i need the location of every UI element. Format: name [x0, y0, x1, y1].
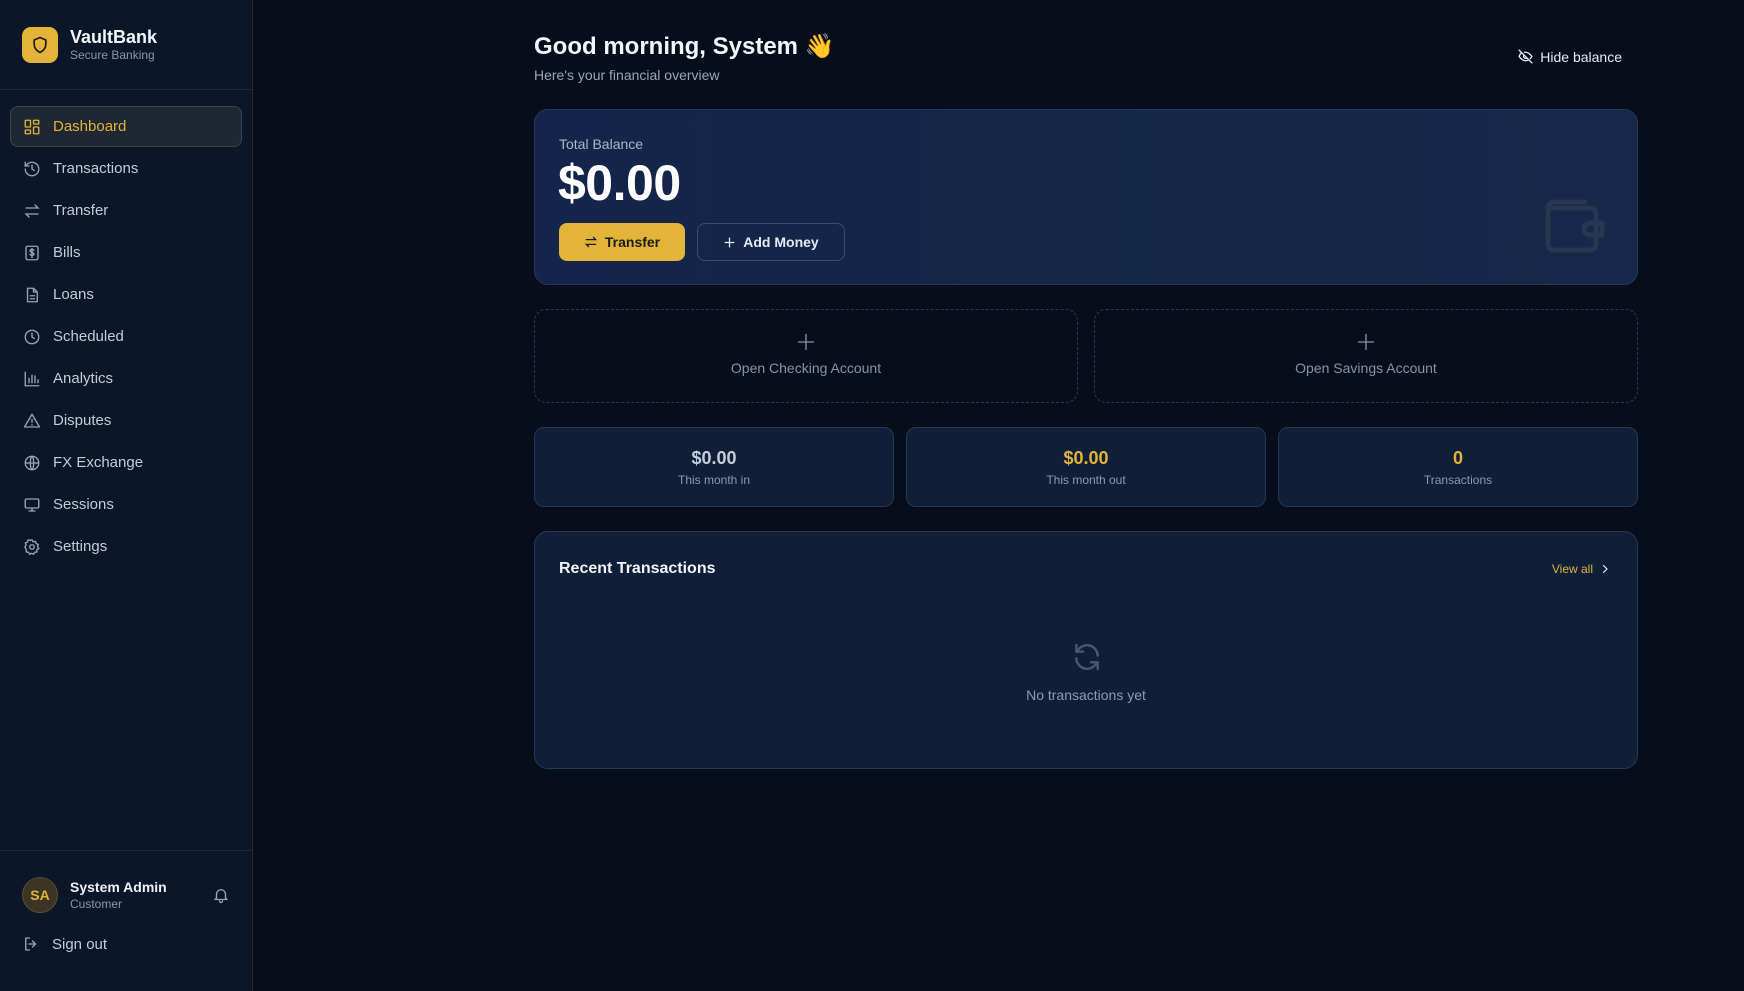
balance-amount: $0.00: [558, 155, 681, 211]
open-savings-account-button[interactable]: Open Savings Account: [1094, 309, 1638, 403]
hide-balance-label: Hide balance: [1540, 48, 1622, 65]
stat-label: This month in: [677, 473, 751, 487]
recent-transactions-title: Recent Transactions: [559, 560, 716, 577]
view-all-link[interactable]: View all: [1552, 562, 1611, 576]
recent-transactions-card: Recent Transactions View all No transact…: [534, 531, 1638, 769]
history-icon: [23, 160, 41, 178]
page-subtitle: Here's your financial overview: [534, 67, 720, 83]
sidebar-item-label: Disputes: [53, 412, 112, 429]
stat-label: This month out: [1046, 473, 1126, 487]
balance-card: Total Balance $0.00 Transfer Add Money: [534, 109, 1638, 285]
page-header: Good morning, System 👋 Here's your finan…: [534, 0, 1638, 110]
arrows-icon: [23, 202, 41, 220]
sidebar-item-label: Analytics: [53, 370, 114, 387]
wallet-icon: [1545, 199, 1605, 253]
view-all-label: View all: [1551, 562, 1593, 576]
sidebar-item-label: Scheduled: [53, 328, 124, 345]
plus-icon: [797, 333, 815, 351]
shield-icon: [22, 26, 58, 63]
brand-name: VaultBank: [70, 26, 158, 47]
sidebar-item-label: Transactions: [53, 160, 139, 177]
sidebar-item-transactions[interactable]: Transactions: [10, 148, 242, 189]
sidebar-item-label: Sessions: [53, 496, 114, 513]
sidebar-item-label: Loans: [53, 286, 94, 303]
sidebar-item-label: Transfer: [53, 202, 109, 219]
eye-off-icon: [1518, 49, 1533, 64]
stat-transactions: 0 Transactions: [1278, 427, 1638, 507]
monitor-icon: [23, 496, 41, 514]
user-role: Customer: [70, 897, 123, 911]
document-icon: [23, 286, 41, 304]
transfer-button[interactable]: Transfer: [559, 223, 685, 261]
main-content: Good morning, System 👋 Here's your finan…: [534, 0, 1638, 769]
page-title: Good morning, System 👋: [534, 33, 835, 60]
sidebar-item-settings[interactable]: Settings: [10, 526, 242, 567]
sidebar-item-sessions[interactable]: Sessions: [10, 484, 242, 525]
brand: VaultBank Secure Banking: [0, 0, 252, 90]
sidebar-item-bills[interactable]: Bills: [10, 232, 242, 273]
bar-chart-icon: [23, 370, 41, 388]
sidebar: VaultBank Secure Banking Dashboard Trans…: [0, 0, 253, 991]
clock-icon: [23, 328, 41, 346]
stat-month-in: $0.00 This month in: [534, 427, 894, 507]
avatar[interactable]: SA: [22, 877, 58, 913]
stat-value: $0.00: [1063, 448, 1109, 468]
sidebar-item-analytics[interactable]: Analytics: [10, 358, 242, 399]
sidebar-nav: Dashboard Transactions Transfer Bills Lo…: [0, 90, 252, 567]
open-savings-label: Open Savings Account: [1295, 360, 1437, 376]
open-checking-account-button[interactable]: Open Checking Account: [534, 309, 1078, 403]
add-money-button[interactable]: Add Money: [697, 223, 845, 261]
warning-icon: [23, 412, 41, 430]
sidebar-item-label: Settings: [53, 538, 108, 555]
plus-icon: [724, 237, 735, 247]
sidebar-item-fx-exchange[interactable]: FX Exchange: [10, 442, 242, 483]
receipt-icon: [23, 244, 41, 262]
sidebar-item-loans[interactable]: Loans: [10, 274, 242, 315]
stat-value: $0.00: [691, 448, 737, 468]
sidebar-item-label: FX Exchange: [53, 454, 144, 471]
sign-out-button[interactable]: Sign out: [0, 935, 252, 953]
chevron-right-icon: [1602, 564, 1608, 574]
user-panel: SA System Admin Customer Sign out: [0, 850, 252, 991]
sign-out-label: Sign out: [52, 935, 108, 953]
plus-icon: [1357, 333, 1375, 351]
sidebar-item-dashboard[interactable]: Dashboard: [10, 106, 242, 147]
hide-balance-button[interactable]: Hide balance: [1517, 48, 1622, 65]
sidebar-item-label: Bills: [53, 244, 81, 261]
gear-icon: [23, 538, 41, 556]
stat-month-out: $0.00 This month out: [906, 427, 1266, 507]
balance-label: Total Balance: [559, 136, 644, 152]
refresh-icon: [1075, 643, 1099, 671]
bell-icon[interactable]: [212, 886, 230, 904]
empty-state-text: No transactions yet: [1026, 687, 1146, 703]
grid-icon: [23, 118, 41, 136]
transfer-label: Transfer: [604, 234, 661, 250]
add-money-label: Add Money: [743, 234, 819, 250]
sidebar-item-disputes[interactable]: Disputes: [10, 400, 242, 441]
open-checking-label: Open Checking Account: [730, 360, 882, 376]
stat-value: 0: [1452, 448, 1463, 468]
sidebar-item-label: Dashboard: [53, 118, 127, 135]
logout-icon: [22, 935, 40, 953]
brand-tagline: Secure Banking: [70, 47, 155, 62]
user-name: System Admin: [70, 879, 167, 895]
globe-icon: [23, 454, 41, 472]
arrows-icon: [584, 236, 598, 248]
sidebar-item-transfer[interactable]: Transfer: [10, 190, 242, 231]
sidebar-item-scheduled[interactable]: Scheduled: [10, 316, 242, 357]
stat-label: Transactions: [1423, 473, 1493, 487]
